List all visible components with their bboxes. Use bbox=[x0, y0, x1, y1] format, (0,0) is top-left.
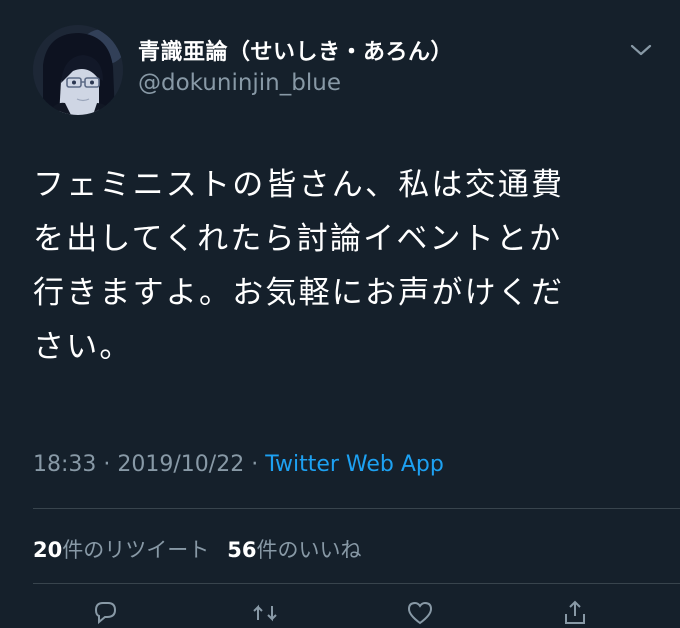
meta-separator: · bbox=[244, 452, 266, 477]
tweet-stats: 20件のリツイート 56件のいいね bbox=[33, 534, 361, 564]
tweet-date[interactable]: 2019/10/22 bbox=[117, 452, 244, 477]
tweet-source-link[interactable]: Twitter Web App bbox=[265, 452, 444, 477]
like-stat[interactable]: 56件のいいね bbox=[227, 538, 361, 562]
retweet-count: 20 bbox=[33, 538, 63, 562]
retweet-stat[interactable]: 20件のリツイート bbox=[33, 538, 209, 562]
tweet-text: フェミニストの皆さん、私は交通費 を出してくれたら討論イベントとか 行きますよ。… bbox=[33, 158, 653, 374]
tweet-text-line: を出してくれたら討論イベントとか bbox=[33, 221, 563, 257]
tweet-meta: 18:33 · 2019/10/22 · Twitter Web App bbox=[33, 452, 444, 477]
chevron-down-icon[interactable] bbox=[628, 40, 654, 60]
tweet-card: 青識亜論（せいしき・あろん） @dokuninjin_blue フェミニストの皆… bbox=[0, 0, 680, 625]
divider bbox=[33, 508, 680, 509]
avatar-image bbox=[33, 25, 123, 115]
meta-separator: · bbox=[96, 452, 118, 477]
retweet-icon[interactable] bbox=[250, 598, 280, 628]
avatar[interactable] bbox=[33, 25, 123, 115]
author-display-name[interactable]: 青識亜論（せいしき・あろん） bbox=[138, 34, 453, 66]
tweet-text-line: 行きますよ。お気軽にお声がけくだ bbox=[33, 275, 565, 311]
action-bar bbox=[0, 598, 680, 628]
like-label: 件のいいね bbox=[256, 538, 362, 562]
tweet-time[interactable]: 18:33 bbox=[33, 452, 96, 477]
heart-icon[interactable] bbox=[405, 598, 435, 628]
retweet-label: 件のリツイート bbox=[62, 538, 210, 562]
tweet-text-line: フェミニストの皆さん、私は交通費 bbox=[33, 167, 565, 203]
like-count: 56 bbox=[227, 538, 257, 562]
share-icon[interactable] bbox=[560, 598, 590, 628]
divider bbox=[33, 583, 680, 584]
author-handle[interactable]: @dokuninjin_blue bbox=[138, 70, 341, 96]
reply-icon[interactable] bbox=[90, 598, 120, 628]
tweet-text-line: さい。 bbox=[33, 329, 133, 365]
